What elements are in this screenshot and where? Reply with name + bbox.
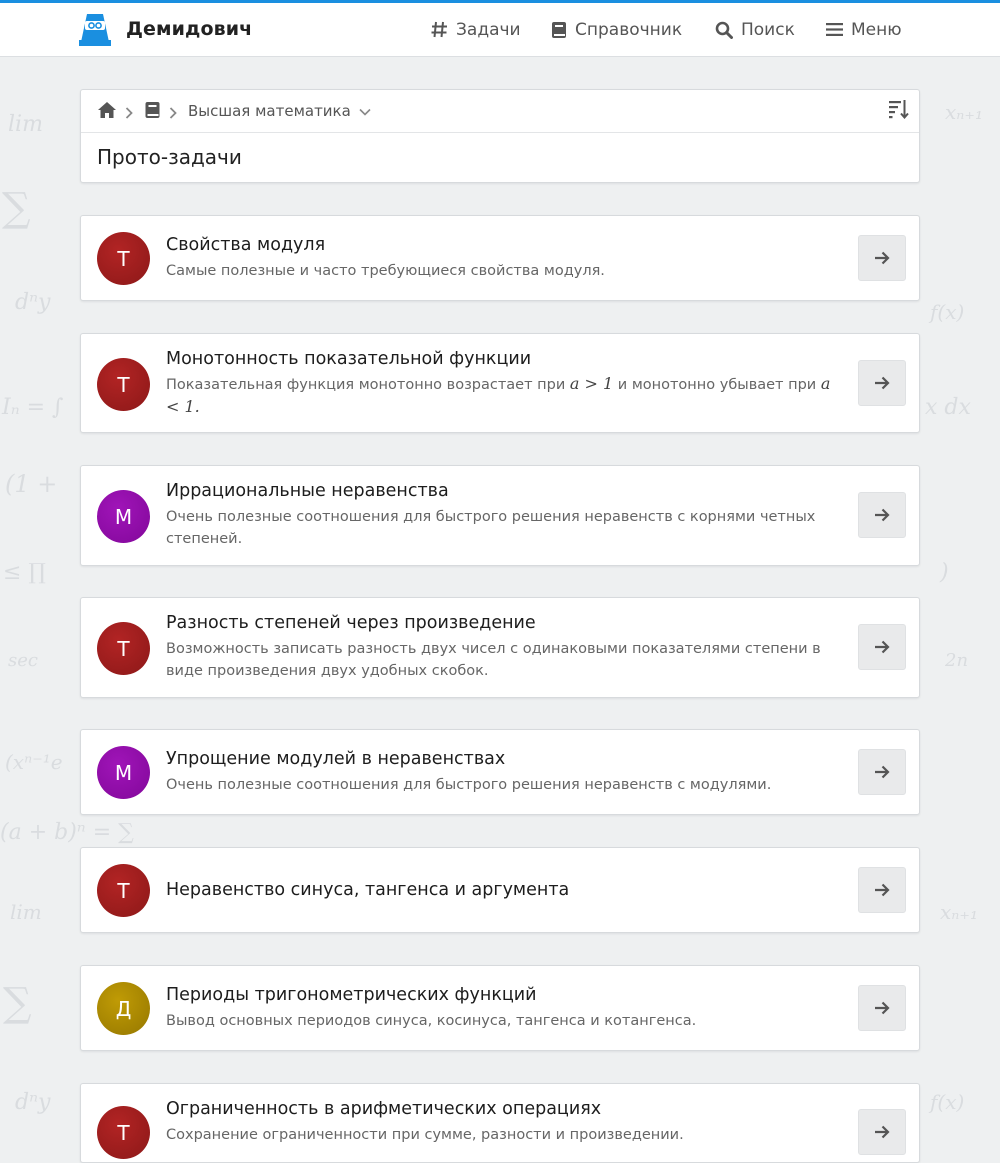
avatar: Т	[97, 358, 150, 411]
nav-menu-label: Меню	[851, 19, 902, 40]
list-item[interactable]: Т Монотонность показательной функции Пок…	[80, 333, 920, 433]
item-description: Показательная функция монотонно возраста…	[166, 373, 846, 419]
arrow-right-icon	[875, 376, 890, 390]
chevron-right-icon	[169, 104, 177, 123]
item-description: Возможность записать разность двух чисел…	[166, 641, 821, 679]
open-item-button[interactable]	[858, 867, 906, 913]
item-description-part: Показательная функция монотонно возраста…	[166, 377, 566, 393]
book-icon	[551, 21, 567, 39]
arrow-right-icon	[875, 883, 890, 897]
nav-tasks[interactable]: Задачи	[431, 3, 521, 56]
item-title[interactable]: Ограниченность в арифметических операция…	[166, 1099, 601, 1119]
top-navbar: Демидович Задачи Справочник Поиск Меню	[0, 3, 1000, 57]
item-title[interactable]: Свойства модуля	[166, 235, 325, 255]
hash-icon	[431, 21, 448, 38]
item-description-part: и монотонно убывает при	[617, 377, 817, 393]
arrow-right-icon	[875, 765, 890, 779]
header-panel: Высшая математика Прото-задачи	[80, 89, 920, 183]
avatar: Т	[97, 864, 150, 917]
arrow-right-icon	[875, 251, 890, 265]
avatar: Т	[97, 622, 150, 675]
item-title[interactable]: Иррациональные неравенства	[166, 481, 449, 501]
list-item[interactable]: Д Периоды тригонометрических функций Выв…	[80, 965, 920, 1051]
open-item-button[interactable]	[858, 1109, 906, 1155]
chevron-down-icon	[359, 102, 371, 120]
open-item-button[interactable]	[858, 624, 906, 670]
list-item[interactable]: Т Свойства модуля Самые полезные и часто…	[80, 215, 920, 301]
home-icon[interactable]	[97, 101, 117, 123]
avatar: М	[97, 490, 150, 543]
math-expression: a > 1	[569, 374, 614, 393]
item-description: Очень полезные соотношения для быстрого …	[166, 509, 816, 547]
avatar: Т	[97, 1106, 150, 1159]
list-item[interactable]: М Иррациональные неравенства Очень полез…	[80, 465, 920, 566]
list-item[interactable]: Т Ограниченность в арифметических операц…	[80, 1083, 920, 1163]
open-item-button[interactable]	[858, 492, 906, 538]
avatar: Т	[97, 232, 150, 285]
breadcrumb-dropdown[interactable]: Высшая математика	[188, 102, 371, 120]
list-item[interactable]: Т Разность степеней через произведение В…	[80, 597, 920, 698]
item-title[interactable]: Монотонность показательной функции	[166, 349, 531, 369]
menu-icon	[826, 22, 843, 37]
list-item[interactable]: Т Неравенство синуса, тангенса и аргумен…	[80, 847, 920, 933]
item-description: Вывод основных периодов синуса, косинуса…	[166, 1013, 697, 1029]
avatar: Д	[97, 982, 150, 1035]
brand-name: Демидович	[126, 18, 253, 40]
brand-logo-icon	[79, 14, 111, 46]
nav-reference[interactable]: Справочник	[551, 3, 682, 56]
item-title[interactable]: Разность степеней через произведение	[166, 613, 536, 633]
arrow-right-icon	[875, 1001, 890, 1015]
item-description: Самые полезные и часто требующиеся свойс…	[166, 263, 605, 279]
nav-menu[interactable]: Меню	[826, 3, 902, 56]
item-title[interactable]: Упрощение модулей в неравенствах	[166, 749, 505, 769]
nav-search-label: Поиск	[741, 19, 795, 40]
item-title[interactable]: Неравенство синуса, тангенса и аргумента	[166, 880, 569, 900]
item-description: Очень полезные соотношения для быстрого …	[166, 777, 772, 793]
breadcrumb: Высшая математика	[81, 90, 919, 133]
sort-icon[interactable]	[889, 99, 909, 123]
book-icon[interactable]	[145, 101, 160, 123]
page-title: Прото-задачи	[97, 145, 242, 169]
open-item-button[interactable]	[858, 749, 906, 795]
search-icon	[715, 21, 733, 39]
open-item-button[interactable]	[858, 235, 906, 281]
avatar: М	[97, 746, 150, 799]
nav-search[interactable]: Поиск	[715, 3, 795, 56]
chevron-right-icon	[125, 104, 133, 123]
nav-reference-label: Справочник	[575, 19, 683, 40]
arrow-right-icon	[875, 640, 890, 654]
arrow-right-icon	[875, 508, 890, 522]
open-item-button[interactable]	[858, 985, 906, 1031]
open-item-button[interactable]	[858, 360, 906, 406]
breadcrumb-current-label: Высшая математика	[188, 102, 351, 120]
item-description: Сохранение ограниченности при сумме, раз…	[166, 1127, 684, 1143]
brand-link[interactable]: Демидович	[79, 12, 252, 46]
item-title[interactable]: Периоды тригонометрических функций	[166, 985, 537, 1005]
nav-tasks-label: Задачи	[456, 19, 521, 40]
list-item[interactable]: М Упрощение модулей в неравенствах Очень…	[80, 729, 920, 815]
